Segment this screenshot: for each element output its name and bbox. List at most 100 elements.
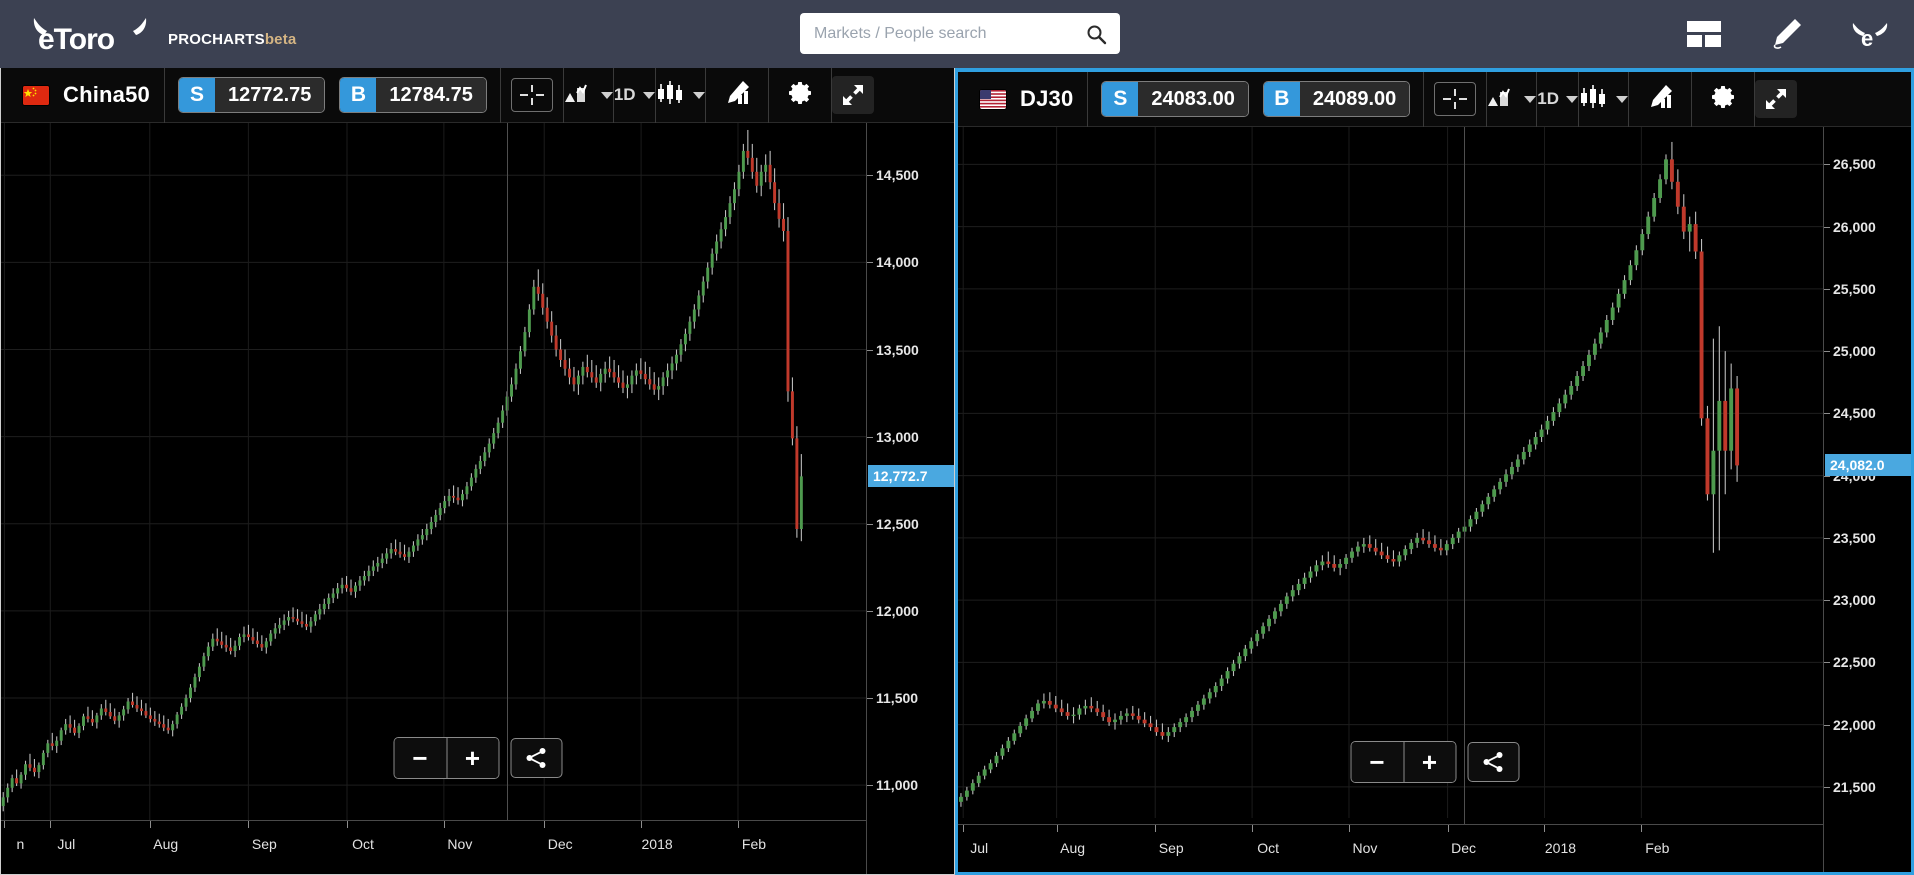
candlestick-plot-left[interactable] — [1, 123, 866, 820]
x-axis-label: Aug — [1060, 840, 1086, 856]
settings-tool-left[interactable] — [769, 68, 832, 123]
crosshair-icon — [510, 78, 553, 112]
y-axis-tick — [1824, 413, 1830, 415]
chevron-down-icon — [692, 91, 705, 99]
indicators-tool-right[interactable] — [1487, 72, 1538, 127]
y-axis-label: 14,000 — [876, 254, 919, 271]
x-axis-tick — [149, 821, 151, 828]
symbol-block-left[interactable]: CHN China50 — [1, 68, 165, 123]
share-button-left[interactable] — [510, 738, 562, 778]
candlestick-icon — [656, 80, 686, 111]
layout-icon[interactable] — [1686, 19, 1722, 49]
y-axis-label: 26,500 — [1833, 156, 1876, 173]
x-axis-label: 2018 — [1544, 840, 1577, 856]
price-axis-right[interactable]: 21,50022,00022,50023,00023,50024,00024,5… — [1823, 127, 1911, 872]
symbol-name-left: China50 — [63, 82, 150, 107]
brand-logo[interactable]: eToro PROCHARTSbeta — [0, 14, 296, 56]
svg-text:eToro: eToro — [38, 23, 115, 56]
time-axis-left[interactable]: n Jul Aug Sep Oct Nov Dec 2018 Feb — [1, 820, 866, 874]
crosshair-tool-right[interactable] — [1424, 72, 1488, 127]
product-label: PROCHARTSbeta — [168, 31, 296, 48]
search-box[interactable] — [800, 13, 1120, 54]
y-axis-label: 26,000 — [1833, 218, 1876, 235]
candlestick-series — [958, 127, 1823, 818]
price-axis-left[interactable]: 11,000 11,500 12,000 12,500 13,000 13,500 14,0… — [866, 123, 954, 874]
zoom-in-button-left[interactable]: + — [446, 738, 498, 778]
x-axis-tick — [641, 821, 643, 828]
crosshair-icon — [1434, 82, 1477, 116]
zoom-controls-right: − + — [1350, 741, 1519, 783]
share-button-right[interactable] — [1467, 742, 1519, 782]
drawing-tools-icon — [723, 80, 751, 111]
symbol-block-right[interactable]: USA DJ30 — [958, 72, 1089, 127]
chart-panel-dj30[interactable]: USA DJ30 S 24083.00 B 24089.00 — [955, 68, 1914, 875]
indicators-icon — [564, 82, 594, 109]
chevron-down-icon — [1524, 95, 1537, 103]
zoom-out-button-left[interactable]: − — [394, 738, 446, 778]
y-axis-tick — [1824, 600, 1830, 602]
search-icon[interactable] — [1086, 24, 1107, 44]
beta-text: beta — [264, 31, 297, 48]
chart-type-tool-right[interactable] — [1579, 72, 1629, 127]
time-axis-right[interactable]: Jul Aug Sep Oct Nov Dec 2018 Feb — [958, 824, 1823, 872]
y-axis-label: 25,000 — [1833, 343, 1876, 360]
buy-letter-right: B — [1263, 82, 1300, 116]
sell-button-right[interactable]: S 24083.00 — [1101, 81, 1249, 117]
y-axis-tick — [1824, 662, 1830, 664]
crosshair-tool-left[interactable] — [501, 68, 564, 123]
x-axis-tick — [1348, 825, 1350, 832]
x-axis-label: Feb — [1645, 840, 1670, 856]
y-axis-tick — [1824, 288, 1830, 290]
candlestick-plot-right[interactable] — [958, 127, 1823, 818]
x-axis-label: Nov — [1352, 840, 1378, 856]
usa-flag-icon: USA — [980, 89, 1006, 109]
x-axis-tick — [1641, 825, 1643, 832]
indicators-tool-left[interactable] — [564, 68, 614, 123]
candlestick-icon — [1579, 84, 1609, 115]
y-axis-tick — [867, 610, 873, 612]
x-axis-tick — [248, 821, 250, 828]
y-axis-tick — [867, 262, 873, 264]
sell-button-left[interactable]: S 12772.75 — [177, 77, 326, 113]
x-axis-label: Aug — [153, 836, 179, 852]
chevron-down-icon — [1565, 95, 1578, 103]
y-axis-tick — [1824, 724, 1830, 726]
sell-price-left: 12772.75 — [214, 78, 325, 112]
y-axis-tick — [867, 175, 873, 177]
current-price-badge: 12,772.7 — [868, 465, 954, 488]
search-input[interactable] — [814, 24, 1086, 43]
x-axis-label: Sep — [1158, 840, 1184, 856]
y-axis-tick — [867, 349, 873, 351]
expand-icon — [1754, 80, 1797, 118]
fullscreen-tool-left[interactable] — [831, 68, 874, 123]
y-axis-label: 21,500 — [1833, 778, 1876, 795]
buy-button-right[interactable]: B 24089.00 — [1262, 81, 1411, 117]
chart-type-tool-left[interactable] — [656, 68, 706, 123]
timeframe-tool-left[interactable]: 1D — [614, 68, 656, 123]
chart-panel-china50[interactable]: CHN China50 S 12772.75 B 12784.75 — [0, 68, 955, 875]
x-axis-label: Nov — [447, 836, 473, 852]
zoom-in-button-right[interactable]: + — [1403, 742, 1455, 782]
settings-tool-right[interactable] — [1692, 72, 1755, 127]
sell-letter-left: S — [178, 78, 215, 112]
x-axis-tick — [4, 821, 6, 828]
timeframe-tool-right[interactable]: 1D — [1537, 72, 1579, 127]
etoro-bull-icon[interactable]: e — [1850, 17, 1890, 51]
procharts-text: PROCHARTS — [168, 31, 265, 48]
fullscreen-tool-right[interactable] — [1754, 72, 1797, 127]
pencil-icon[interactable] — [1768, 17, 1804, 51]
chart-body-left[interactable]: 11,000 11,500 12,000 12,500 13,000 13,500 14,0… — [1, 123, 954, 874]
svg-text:e: e — [1861, 26, 1873, 51]
drawing-tools-right[interactable] — [1629, 72, 1692, 127]
drawing-tools-left[interactable] — [706, 68, 769, 123]
zoom-out-button-right[interactable]: − — [1351, 742, 1403, 782]
chart-body-right[interactable]: 21,50022,00022,50023,00023,50024,00024,5… — [958, 127, 1911, 872]
symbol-name-right: DJ30 — [1020, 86, 1074, 111]
y-axis-label: 13,000 — [876, 428, 919, 445]
buy-button-left[interactable]: B 12784.75 — [339, 77, 487, 113]
x-axis-tick — [50, 821, 52, 828]
buy-price-left: 12784.75 — [376, 78, 486, 112]
x-axis-label: Jul — [970, 840, 989, 856]
gear-icon — [1709, 83, 1737, 116]
y-axis-label: 14,500 — [876, 167, 919, 184]
